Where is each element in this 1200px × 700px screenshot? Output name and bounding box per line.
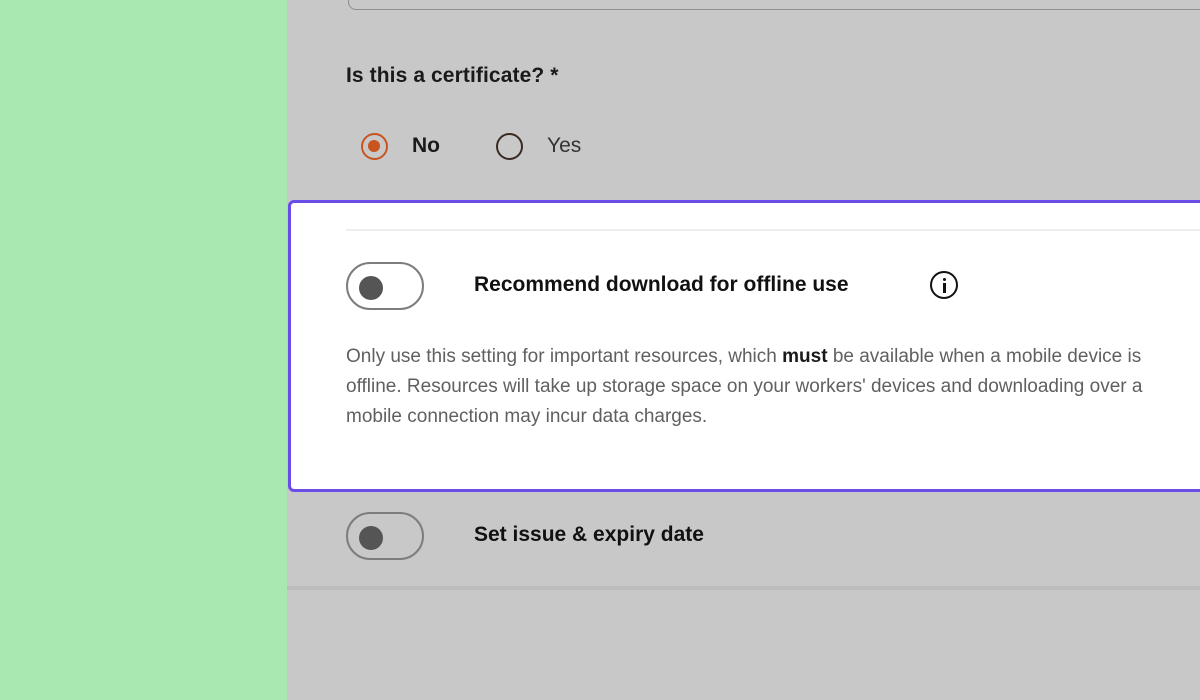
info-icon[interactable]: [930, 271, 958, 299]
offline-download-toggle[interactable]: [346, 262, 424, 310]
radio-option-no[interactable]: No: [361, 129, 440, 163]
offline-description: Only use this setting for important reso…: [346, 346, 1143, 427]
emphasis-must: must: [782, 346, 828, 367]
radio-checked-icon[interactable]: [361, 132, 388, 160]
radio-unchecked-icon[interactable]: [496, 132, 523, 160]
previous-input-field[interactable]: [348, 0, 1200, 10]
radio-label-yes: Yes: [547, 134, 582, 157]
expiry-date-label: Set issue & expiry date: [474, 523, 704, 546]
offline-download-label: Recommend download for offline use: [474, 273, 849, 296]
radio-label-no: No: [412, 134, 440, 157]
radio-option-yes[interactable]: Yes: [496, 129, 581, 163]
section-bottom-edge: [287, 586, 1200, 590]
expiry-date-toggle[interactable]: [346, 512, 424, 560]
left-panel: [0, 0, 287, 700]
certificate-question-label: Is this a certificate? *: [346, 64, 559, 87]
toggle-knob: [359, 276, 383, 300]
toggle-knob: [359, 526, 383, 550]
divider: [346, 229, 1200, 231]
